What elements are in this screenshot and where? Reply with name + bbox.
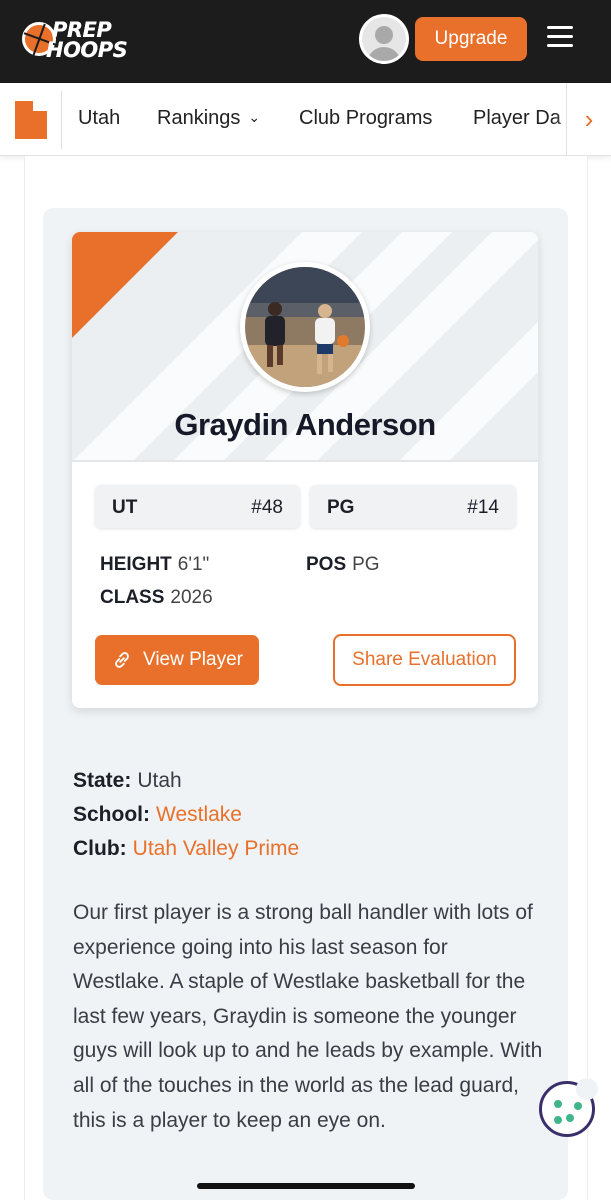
user-avatar[interactable]: [359, 14, 409, 64]
view-player-button[interactable]: View Player: [95, 635, 259, 685]
hamburger-menu-icon[interactable]: [547, 26, 573, 48]
state-rank-box: UT #48: [95, 485, 300, 528]
cookie-chip: [566, 1114, 574, 1122]
class-value: 2026: [170, 587, 213, 608]
player-photo-image: [245, 267, 365, 387]
position-rank-label: PG: [327, 497, 355, 518]
height-label: HEIGHT: [100, 554, 172, 575]
nav-item-utah[interactable]: Utah: [78, 107, 120, 130]
info-school: School: Westlake: [73, 803, 242, 827]
home-indicator: [197, 1183, 415, 1189]
prep-hoops-logo[interactable]: PREP HOOPS: [22, 16, 132, 64]
player-card: Graydin Anderson UT #48 PG #14 HEIGHT 6'1…: [72, 232, 538, 708]
info-state: State: Utah: [73, 769, 182, 793]
player-card-header: Graydin Anderson: [72, 232, 538, 460]
cookie-settings-icon[interactable]: [539, 1078, 598, 1137]
player-name: Graydin Anderson: [174, 407, 436, 442]
club-link[interactable]: Utah Valley Prime: [133, 837, 300, 860]
pos-value: PG: [352, 554, 380, 575]
state-value: Utah: [137, 769, 182, 792]
share-evaluation-button[interactable]: Share Evaluation: [333, 634, 516, 686]
upgrade-button[interactable]: Upgrade: [415, 17, 527, 61]
height-value: 6'1": [177, 554, 210, 575]
avatar-body: [367, 47, 401, 61]
player-description: Our first player is a strong ball handle…: [73, 901, 543, 1132]
cookie-chip: [554, 1100, 562, 1108]
state-label: State:: [73, 769, 132, 792]
avatar-head: [375, 26, 393, 44]
state-rank-label: UT: [112, 497, 138, 518]
pos-label: POS: [306, 554, 347, 575]
class-attribute: CLASS 2026: [100, 587, 213, 609]
info-club: Club: Utah Valley Prime: [73, 837, 299, 861]
position-rank-value: #14: [467, 497, 499, 518]
position-attribute: POS PG: [306, 554, 380, 576]
logo-line-2: HOOPS: [46, 38, 128, 62]
card-divider: [72, 460, 538, 462]
school-label: School:: [73, 803, 150, 826]
nav-item-player-database[interactable]: Player Da: [473, 107, 561, 130]
view-player-label: View Player: [143, 649, 243, 670]
player-photo: [240, 262, 370, 392]
subnav-divider: [61, 91, 62, 149]
club-label: Club:: [73, 837, 127, 860]
cookie-bite: [576, 1078, 598, 1100]
nav-item-rankings-label: Rankings: [157, 107, 241, 129]
top-header: PREP HOOPS Upgrade: [0, 0, 611, 83]
link-icon: [115, 652, 129, 668]
position-rank-box: PG #14: [310, 485, 516, 528]
logo-line-1: PREP: [52, 18, 112, 42]
height-attribute: HEIGHT 6'1": [100, 554, 209, 576]
nav-item-club-programs[interactable]: Club Programs: [299, 107, 432, 130]
state-rank-value: #48: [251, 497, 283, 518]
cookie-chip: [554, 1116, 562, 1124]
state-subnav: Utah Rankings ⌄ Club Programs Player Da ›: [0, 83, 611, 156]
chevron-down-icon: ⌄: [248, 109, 261, 125]
utah-state-icon[interactable]: [15, 101, 47, 139]
nav-item-rankings[interactable]: Rankings ⌄: [157, 107, 260, 130]
cookie-chip: [574, 1102, 582, 1110]
class-label: CLASS: [100, 587, 165, 608]
school-link[interactable]: Westlake: [156, 803, 242, 826]
chevron-right-icon[interactable]: ›: [566, 83, 611, 155]
